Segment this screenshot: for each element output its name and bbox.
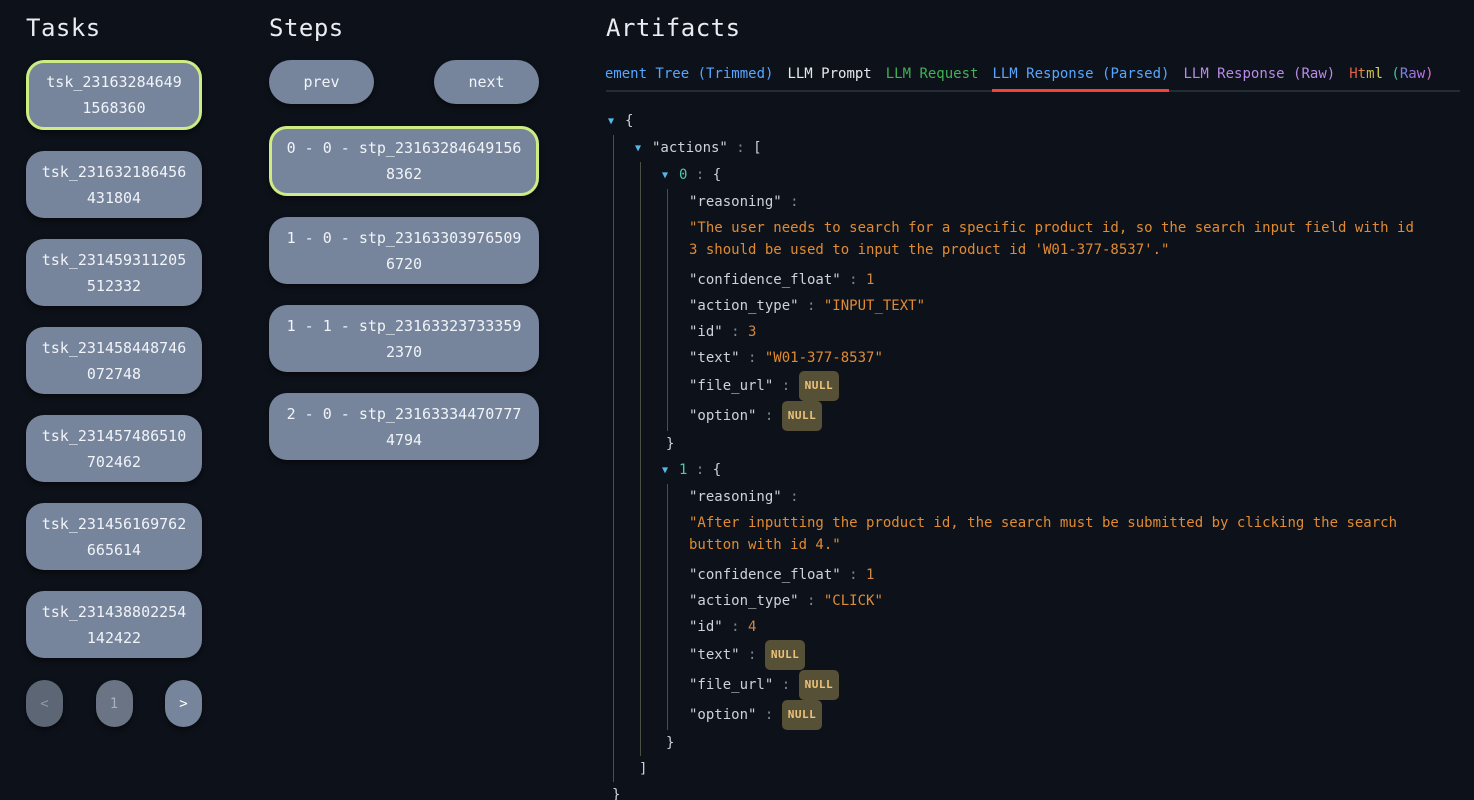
json-key: "actions" bbox=[652, 140, 728, 156]
json-row: "text" : NULL bbox=[689, 640, 1460, 670]
json-key: "confidence_float" bbox=[689, 567, 841, 583]
json-children: "reasoning" : "The user needs to search … bbox=[667, 189, 1460, 431]
step-item-selected[interactable]: 0 - 0 - stp_231632846491568362 bbox=[269, 126, 539, 196]
artifacts-panel: Artifacts Element Tree (Trimmed) LLM Prom… bbox=[606, 0, 1474, 800]
json-row: "id" : 4 bbox=[689, 614, 1460, 640]
json-row: "file_url" : NULL bbox=[689, 670, 1460, 700]
json-key: "reasoning" bbox=[689, 194, 782, 210]
tasks-panel: Tasks tsk_231632846491568360 tsk_23163218… bbox=[0, 0, 269, 800]
json-node: ▼"actions" : [▼0 : {"reasoning" : "The u… bbox=[635, 135, 1460, 782]
collapse-arrow-icon[interactable]: ▼ bbox=[635, 136, 652, 162]
null-badge: NULL bbox=[799, 371, 840, 401]
tab-element-tree-trimmed[interactable]: Element Tree (Trimmed) bbox=[606, 66, 773, 92]
json-row: "confidence_float" : 1 bbox=[689, 562, 1460, 588]
step-item[interactable]: 1 - 0 - stp_231633039765096720 bbox=[269, 217, 539, 284]
json-row: "option" : NULL bbox=[689, 401, 1460, 431]
json-key: "file_url" bbox=[689, 378, 773, 394]
json-close-row: } bbox=[662, 730, 1460, 756]
pagination-prev-button[interactable]: < bbox=[26, 680, 63, 727]
collapse-arrow-icon[interactable]: ▼ bbox=[662, 163, 679, 189]
json-key: "id" bbox=[689, 324, 723, 340]
tasks-title: Tasks bbox=[26, 14, 269, 42]
app-root: Tasks tsk_231632846491568360 tsk_23163218… bbox=[0, 0, 1474, 800]
json-tree-view: ▼{▼"actions" : [▼0 : {"reasoning" : "The… bbox=[606, 108, 1460, 800]
steps-title: Steps bbox=[269, 14, 606, 42]
json-key: "confidence_float" bbox=[689, 272, 841, 288]
json-children: ▼0 : {"reasoning" : "The user needs to s… bbox=[640, 162, 1460, 756]
json-key: "text" bbox=[689, 647, 740, 663]
step-item[interactable]: 1 - 1 - stp_231633237333592370 bbox=[269, 305, 539, 372]
task-item-selected[interactable]: tsk_231632846491568360 bbox=[26, 60, 202, 130]
tab-llm-response-parsed[interactable]: LLM Response (Parsed) bbox=[992, 66, 1169, 92]
json-row: ▼1 : { bbox=[662, 457, 1460, 484]
json-row: ▼0 : { bbox=[662, 162, 1460, 189]
null-badge: NULL bbox=[765, 640, 806, 670]
json-row: "text" : "W01-377-8537" bbox=[689, 345, 1460, 371]
json-row: "reasoning" : bbox=[689, 189, 1460, 215]
tab-llm-request[interactable]: LLM Request bbox=[886, 66, 979, 92]
json-node: ▼1 : {"reasoning" : "After inputting the… bbox=[662, 457, 1460, 756]
task-item[interactable]: tsk_231458448746072748 bbox=[26, 327, 202, 394]
json-key: "file_url" bbox=[689, 677, 773, 693]
json-key: "text" bbox=[689, 350, 740, 366]
steps-nav: prev next bbox=[269, 60, 539, 104]
tab-llm-response-raw[interactable]: LLM Response (Raw) bbox=[1183, 66, 1335, 92]
json-node: ▼0 : {"reasoning" : "The user needs to s… bbox=[662, 162, 1460, 457]
json-row: "action_type" : "INPUT_TEXT" bbox=[689, 293, 1460, 319]
json-key: "action_type" bbox=[689, 593, 799, 609]
null-badge: NULL bbox=[782, 401, 823, 431]
json-row: "action_type" : "CLICK" bbox=[689, 588, 1460, 614]
collapse-arrow-icon[interactable]: ▼ bbox=[608, 109, 625, 135]
json-children: "reasoning" : "After inputting the produ… bbox=[667, 484, 1460, 730]
json-row: "id" : 3 bbox=[689, 319, 1460, 345]
null-badge: NULL bbox=[782, 700, 823, 730]
json-key: "option" bbox=[689, 707, 756, 723]
json-close-row: } bbox=[662, 431, 1460, 457]
json-string-value: "After inputting the product id, the sea… bbox=[689, 512, 1417, 556]
json-key: "reasoning" bbox=[689, 489, 782, 505]
null-badge: NULL bbox=[799, 670, 840, 700]
json-row: "option" : NULL bbox=[689, 700, 1460, 730]
json-close-row: ] bbox=[635, 756, 1460, 782]
task-item[interactable]: tsk_231457486510702462 bbox=[26, 415, 202, 482]
tasks-list: tsk_231632846491568360 tsk_23163218645643… bbox=[26, 60, 202, 658]
task-item[interactable]: tsk_231632186456431804 bbox=[26, 151, 202, 218]
json-row: "reasoning" : bbox=[689, 484, 1460, 510]
steps-panel: Steps prev next 0 - 0 - stp_231632846491… bbox=[269, 0, 606, 800]
json-close-row: } bbox=[608, 782, 1460, 800]
json-key: "option" bbox=[689, 408, 756, 424]
tab-llm-prompt[interactable]: LLM Prompt bbox=[787, 66, 871, 92]
json-row: ▼"actions" : [ bbox=[635, 135, 1460, 162]
task-item[interactable]: tsk_231456169762665614 bbox=[26, 503, 202, 570]
json-key: "id" bbox=[689, 619, 723, 635]
task-item[interactable]: tsk_231438802254142422 bbox=[26, 591, 202, 658]
task-item[interactable]: tsk_231459311205512332 bbox=[26, 239, 202, 306]
tab-html-raw[interactable]: Html (Raw) bbox=[1349, 66, 1433, 92]
json-node: ▼{▼"actions" : [▼0 : {"reasoning" : "The… bbox=[608, 108, 1460, 800]
pagination-next-button[interactable]: > bbox=[165, 680, 202, 727]
collapse-arrow-icon[interactable]: ▼ bbox=[662, 458, 679, 484]
json-row: "file_url" : NULL bbox=[689, 371, 1460, 401]
json-children: ▼"actions" : [▼0 : {"reasoning" : "The u… bbox=[613, 135, 1460, 782]
tasks-pagination: < 1 > bbox=[26, 680, 202, 727]
steps-prev-button[interactable]: prev bbox=[269, 60, 374, 104]
json-string-value: "The user needs to search for a specific… bbox=[689, 217, 1417, 261]
json-row: "confidence_float" : 1 bbox=[689, 267, 1460, 293]
artifacts-tab-bar: Element Tree (Trimmed) LLM Prompt LLM Requ… bbox=[606, 66, 1460, 92]
step-item[interactable]: 2 - 0 - stp_231633344707774794 bbox=[269, 393, 539, 460]
steps-list: 0 - 0 - stp_231632846491568362 1 - 0 - st… bbox=[269, 126, 539, 460]
json-row: ▼{ bbox=[608, 108, 1460, 135]
json-key: "action_type" bbox=[689, 298, 799, 314]
steps-next-button[interactable]: next bbox=[434, 60, 539, 104]
pagination-page-button[interactable]: 1 bbox=[96, 680, 133, 727]
artifacts-title: Artifacts bbox=[606, 14, 1460, 42]
